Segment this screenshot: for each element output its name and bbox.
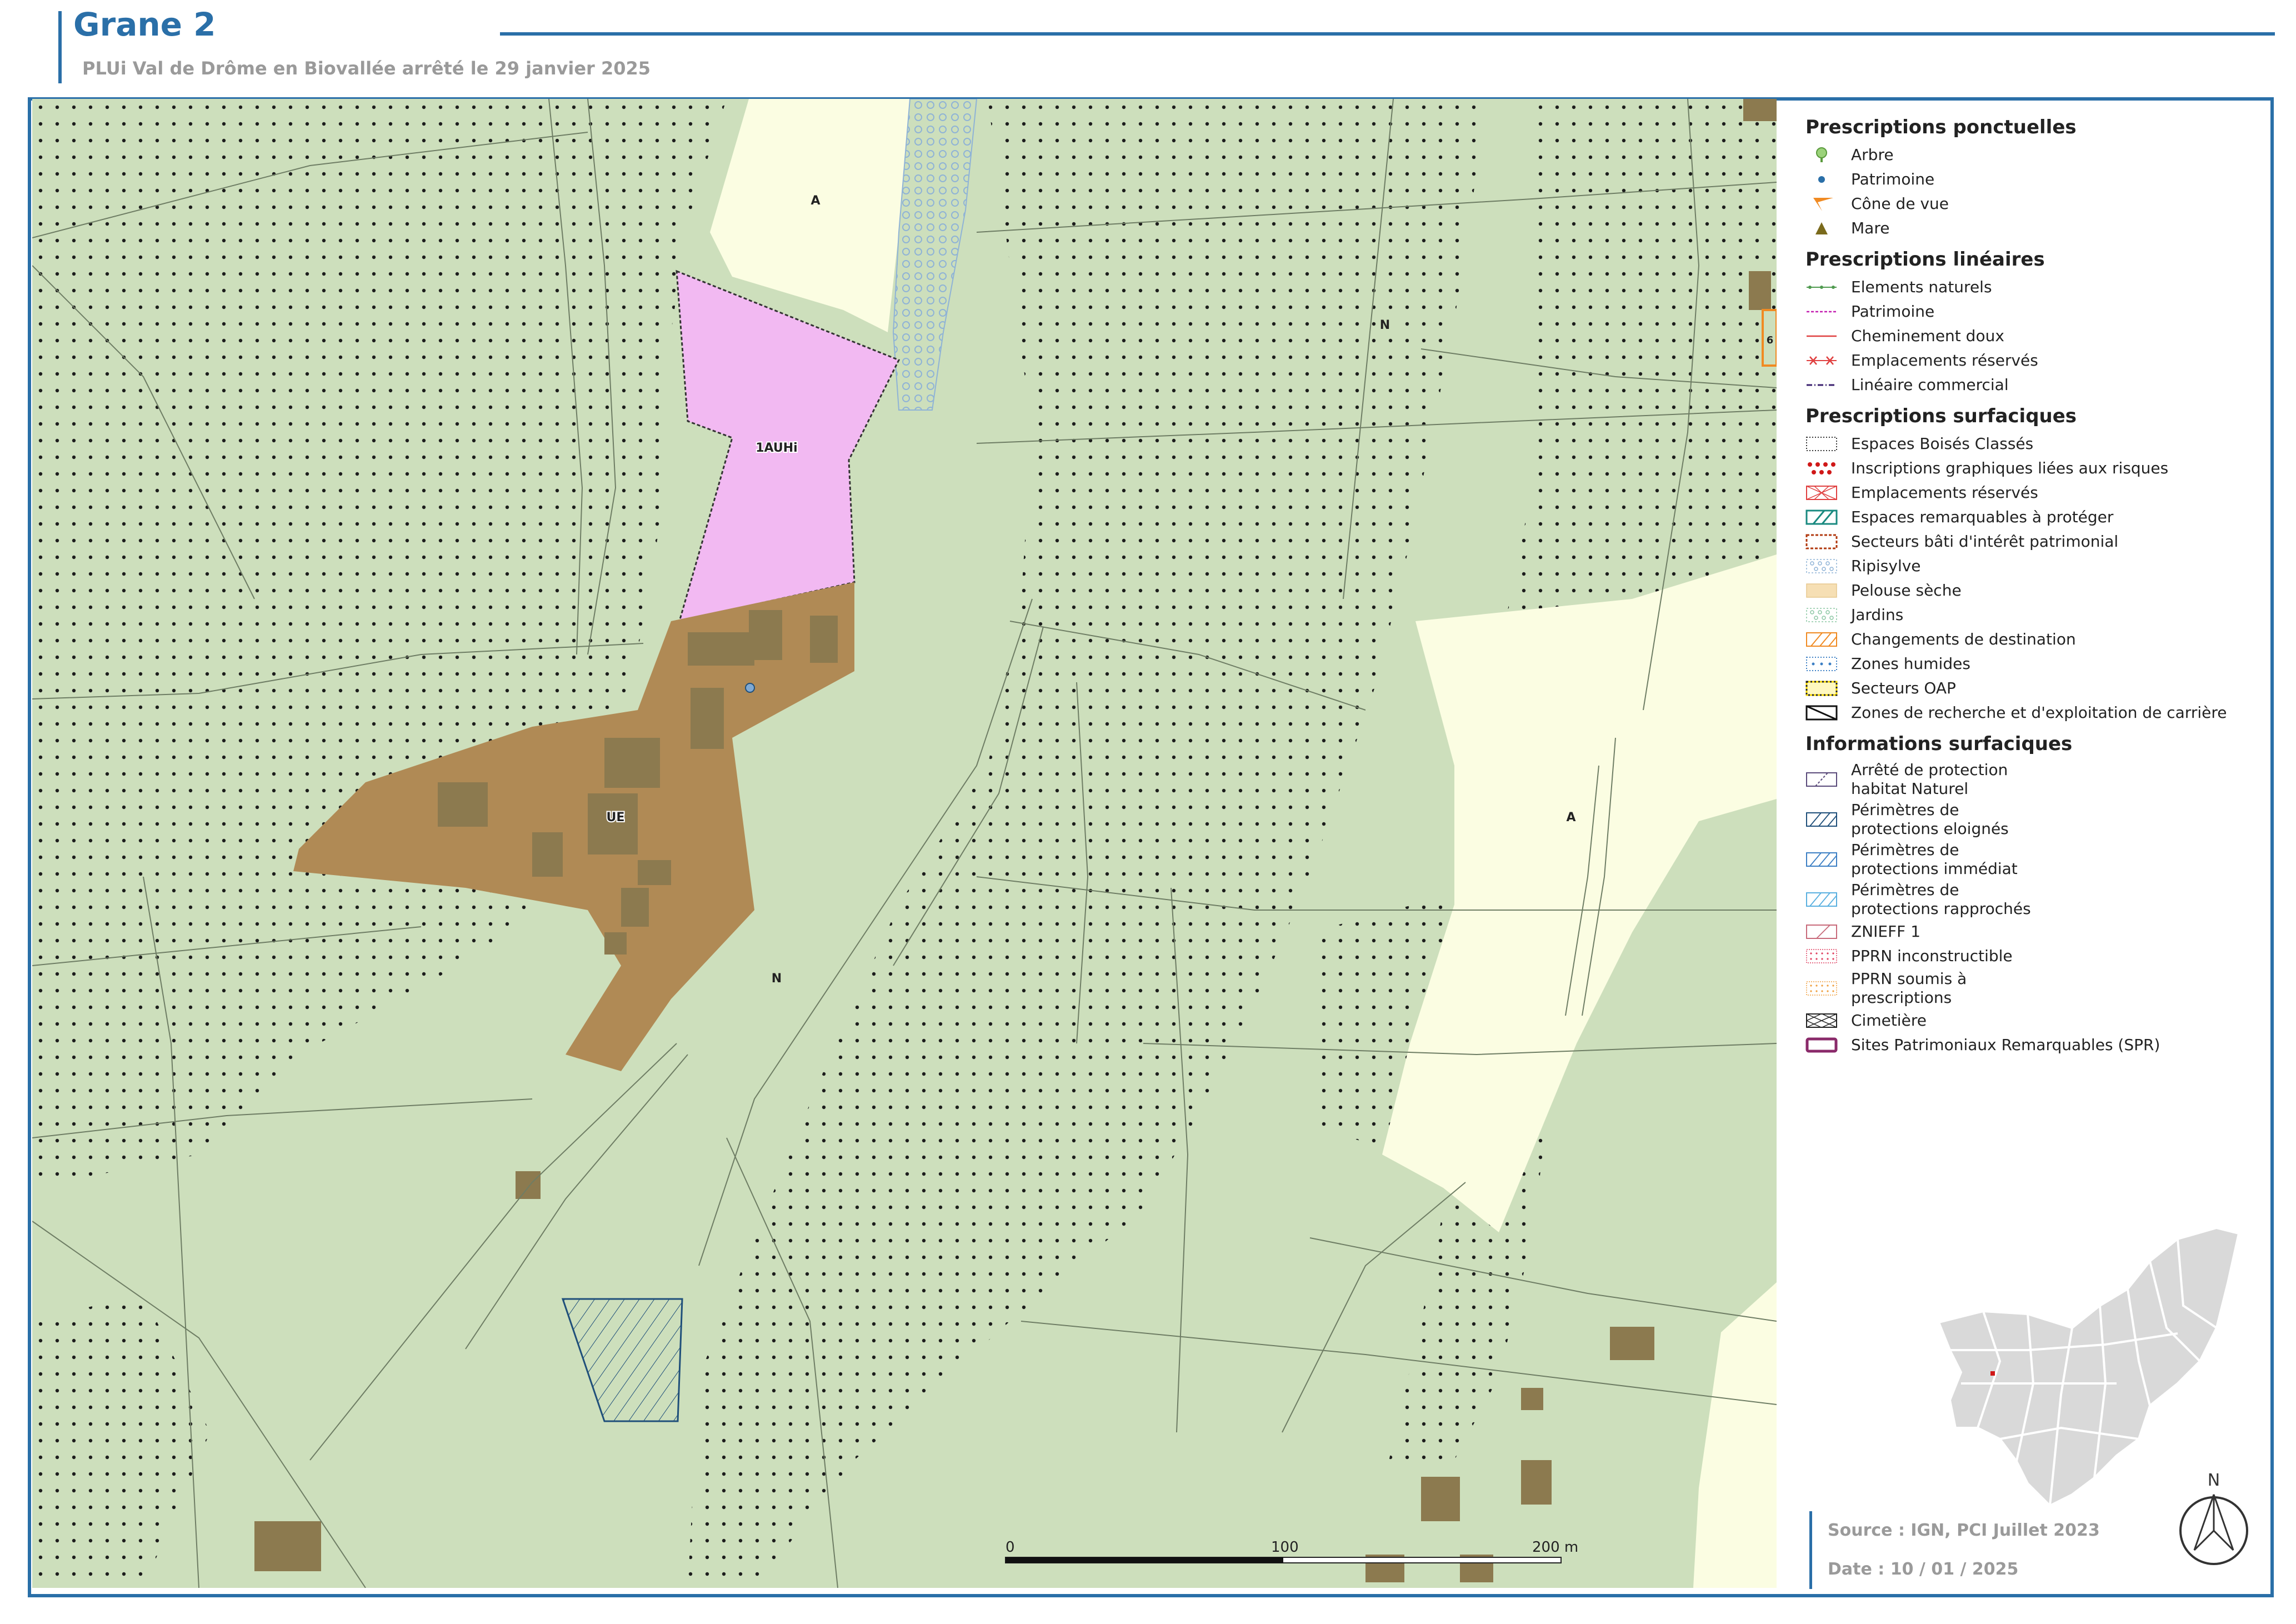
scale-tick-0: 0 <box>1006 1539 1015 1556</box>
legend-item: Zones de recherche et d'exploitation de … <box>1805 701 2278 725</box>
box-blue-dots-icon <box>1805 656 1838 672</box>
page-subtitle: PLUi Val de Drôme en Biovallée arrêté le… <box>82 58 651 79</box>
north-label: N <box>2208 1471 2220 1490</box>
box-orange-dotgrid-icon <box>1805 980 1838 997</box>
legend-section-title: Informations surfaciques <box>1805 733 2073 755</box>
box-brown-dash-icon <box>1805 533 1838 550</box>
header-accent-bar <box>58 11 62 83</box>
date-text: Date : 10 / 01 / 2025 <box>1828 1560 2019 1579</box>
legend-item: PPRN inconstructible <box>1805 944 2278 968</box>
legend-item: ZNIEFF 1 <box>1805 920 2278 944</box>
zone-label-a-top: A <box>811 194 820 208</box>
box-red-dots-icon <box>1805 460 1838 477</box>
triangle-icon <box>1805 220 1838 237</box>
box-navy-hatch-icon <box>1805 811 1838 828</box>
legend-item: Périmètres de protections immédiat <box>1805 840 2278 880</box>
legend-item: Secteurs bâti d'intérêt patrimonial <box>1805 529 2278 554</box>
legend-item: Cheminement doux <box>1805 324 2278 348</box>
locator-marker <box>1990 1371 1995 1376</box>
box-red-cross-icon <box>1805 484 1838 501</box>
scale-tick-100: 100 <box>1271 1539 1299 1556</box>
legend-item: Périmètres de protections rapprochés <box>1805 880 2278 920</box>
zoning-map[interactable]: A N 1AUHi UE N A 6 0 100 200 m <box>32 99 1777 1588</box>
box-purple-diag-icon <box>1805 771 1838 788</box>
legend-item: Pelouse sèche <box>1805 578 2278 603</box>
legend-section-title: Prescriptions linéaires <box>1805 248 2045 271</box>
legend-item: Sites Patrimoniaux Remarquables (SPR) <box>1805 1033 2278 1057</box>
header-rule <box>500 32 2275 36</box>
source-text: Source : IGN, PCI Juillet 2023 <box>1828 1521 2100 1540</box>
legend-item: Périmètres de protections eloignés <box>1805 799 2278 840</box>
box-spr-icon <box>1805 1037 1838 1053</box>
source-block: Source : IGN, PCI Juillet 2023 Date : 10… <box>1809 1511 2100 1589</box>
north-arrow-icon: N <box>2179 1471 2248 1565</box>
legend-item: Emplacements réservés <box>1805 348 2278 373</box>
legend-item: Patrimoine <box>1805 167 2278 192</box>
legend-item: Arbre <box>1805 143 2278 167</box>
legend-section-title: Prescriptions ponctuelles <box>1805 116 2077 138</box>
legend-item: Arrêté de protection habitat Naturel <box>1805 759 2278 799</box>
box-red-dotgrid-icon <box>1805 948 1838 965</box>
box-green-circles-icon <box>1805 607 1838 623</box>
line-red-cross-icon <box>1805 352 1838 369</box>
legend-item: Secteurs OAP <box>1805 676 2278 701</box>
box-pink-hatch-icon <box>1805 923 1838 940</box>
view-cone-icon <box>1805 196 1838 212</box>
legend-item: Mare <box>1805 216 2278 241</box>
zone-label-n-top-right: N <box>1380 318 1390 332</box>
legend-item: Cône de vue <box>1805 192 2278 216</box>
legend-item: Espaces Boisés Classés <box>1805 432 2278 456</box>
line-red-icon <box>1805 328 1838 344</box>
box-black-diag-icon <box>1805 704 1838 721</box>
tree-icon <box>1805 147 1838 163</box>
box-dots-icon <box>1805 436 1838 452</box>
heritage-marker[interactable] <box>745 683 755 693</box>
box-blue-hatch-icon <box>1805 851 1838 868</box>
box-cross-hatch-icon <box>1805 1012 1838 1029</box>
line-purple-dash-icon <box>1805 377 1838 393</box>
zone-label-1auhi: 1AUHi <box>756 441 797 455</box>
scale-tick-200: 200 m <box>1532 1539 1578 1556</box>
map-legend: Prescriptions ponctuelles Arbre Patrimoi… <box>1805 108 2278 1057</box>
line-magenta-dash-icon <box>1805 303 1838 320</box>
legend-item: Cimetière <box>1805 1008 2278 1033</box>
legend-item: Inscriptions graphiques liées aux risque… <box>1805 456 2278 481</box>
zone-label-a-right: A <box>1566 811 1575 825</box>
legend-item: Emplacements réservés <box>1805 481 2278 505</box>
zone-label-ue: UE <box>607 811 625 825</box>
legend-item: Espaces remarquables à protéger <box>1805 505 2278 529</box>
box-teal-hatch-icon <box>1805 509 1838 526</box>
box-orange-hatch-icon <box>1805 631 1838 648</box>
legend-item: Zones humides <box>1805 652 2278 676</box>
legend-item: Jardins <box>1805 603 2278 627</box>
legend-item: Ripisylve <box>1805 554 2278 578</box>
zone-label-n-center: N <box>772 972 782 986</box>
line-green-dots-icon <box>1805 279 1838 296</box>
box-blue-circles-icon <box>1805 558 1838 574</box>
side-parcel-label: 6 <box>1767 334 1774 346</box>
legend-item: Changements de destination <box>1805 627 2278 652</box>
legend-item: Patrimoine <box>1805 299 2278 324</box>
legend-item: Linéaire commercial <box>1805 373 2278 397</box>
box-tan-icon <box>1805 582 1838 599</box>
legend-section-title: Prescriptions surfaciques <box>1805 405 2077 427</box>
page-title: Grane 2 <box>73 6 216 43</box>
dot-icon <box>1805 171 1838 188</box>
legend-item: PPRN soumis à prescriptions <box>1805 968 2278 1008</box>
box-lightblue-hatch-icon <box>1805 891 1838 908</box>
legend-item: Elements naturels <box>1805 275 2278 299</box>
box-yellow-dash-icon <box>1805 680 1838 697</box>
